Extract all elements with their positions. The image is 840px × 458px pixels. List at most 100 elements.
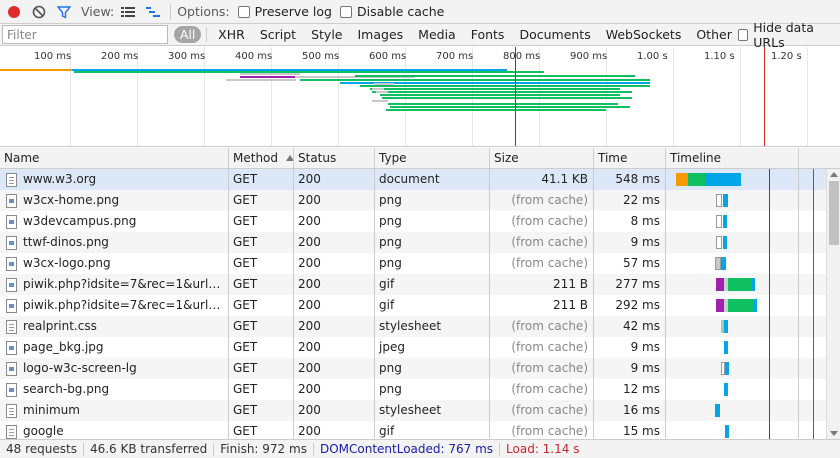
table-row[interactable]: minimum GET 200 stylesheet (from cache) 16 ms: [0, 400, 840, 421]
request-name[interactable]: logo-w3c-screen-lg: [23, 358, 137, 379]
overview-request-bar: [390, 106, 630, 108]
overview-gridline: [807, 47, 808, 146]
request-name[interactable]: google: [23, 421, 64, 439]
waterfall-bar: [723, 236, 727, 249]
name-cell: minimum: [0, 400, 229, 421]
type-cell: png: [375, 232, 490, 253]
time-cell: 9 ms: [594, 358, 666, 379]
request-name[interactable]: ttwf-dinos.png: [23, 232, 109, 253]
disable-cache-checkbox[interactable]: Disable cache: [340, 4, 444, 19]
filter-toggle-button[interactable]: [53, 1, 75, 23]
scrollbar-thumb[interactable]: [829, 181, 839, 245]
timeline-overview[interactable]: 100 ms 200 ms 300 ms 400 ms 500 ms 600 ms 700 …: [0, 47, 840, 147]
overview-request-bar: [74, 71, 544, 73]
overview-request-bar: [360, 85, 650, 87]
preserve-log-checkbox[interactable]: Preserve log: [237, 4, 332, 19]
filter-type-xhr[interactable]: XHR: [212, 26, 251, 43]
waterfall-bar: [724, 341, 728, 354]
request-name[interactable]: w3cx-logo.png: [23, 253, 111, 274]
filter-type-style[interactable]: Style: [305, 26, 348, 43]
column-header-method-label: Method: [233, 151, 279, 165]
disable-cache-label: Disable cache: [357, 4, 445, 19]
column-header-type[interactable]: Type: [375, 148, 490, 169]
type-cell: png: [375, 358, 490, 379]
request-name[interactable]: www.w3.org: [23, 169, 96, 190]
large-rows-button[interactable]: [117, 1, 139, 23]
method-cell: GET: [229, 421, 294, 439]
type-cell: gif: [375, 295, 490, 316]
request-name[interactable]: page_bkg.jpg: [23, 337, 104, 358]
type-cell: gif: [375, 274, 490, 295]
image-file-icon: [6, 277, 17, 292]
table-scrollbar[interactable]: [826, 169, 840, 439]
table-row[interactable]: piwik.php?idsite=7&rec=1&url=http%...GET…: [0, 274, 840, 295]
table-row[interactable]: search-bg.png GET 200 png (from cache) 12 ms: [0, 379, 840, 400]
size-cell: (from cache): [490, 190, 594, 211]
column-header-timeline[interactable]: Timeline: [666, 148, 799, 169]
table-row[interactable]: w3devcampus.png GET 200 png (from cache) 8 ms: [0, 211, 840, 232]
overview-request-bar: [0, 69, 72, 71]
table-row[interactable]: realprint.css GET 200 stylesheet (from cache…: [0, 316, 840, 337]
status-cell: 200: [294, 253, 375, 274]
document-file-icon: [6, 424, 17, 439]
filter-type-script[interactable]: Script: [254, 26, 302, 43]
request-name[interactable]: realprint.css: [23, 316, 97, 337]
table-row[interactable]: page_bkg.jpg GET 200 jpeg (from cache) 9 ms: [0, 337, 840, 358]
filter-type-media[interactable]: Media: [412, 26, 462, 43]
overview-request-bar: [226, 79, 296, 81]
timeline-cell: [666, 253, 799, 274]
filter-type-all[interactable]: All: [173, 26, 202, 43]
filter-type-images[interactable]: Images: [352, 26, 410, 43]
waterfall-bar: [724, 383, 728, 396]
request-name[interactable]: piwik.php?idsite=7&rec=1&url=http%...: [23, 274, 228, 295]
filter-icon: [57, 5, 71, 19]
scroll-down-icon[interactable]: [830, 431, 838, 436]
filter-type-fonts[interactable]: Fonts: [465, 26, 511, 43]
name-cell: realprint.css: [0, 316, 229, 337]
filter-type-other[interactable]: Other: [690, 26, 738, 43]
timeline-cell: [666, 169, 799, 190]
scroll-up-icon[interactable]: [830, 172, 838, 177]
table-row[interactable]: w3cx-home.png GET 200 png (from cache) 22 ms: [0, 190, 840, 211]
request-name[interactable]: piwik.php?idsite=7&rec=1&url=http%...: [23, 295, 228, 316]
size-cell: (from cache): [490, 316, 594, 337]
table-row[interactable]: logo-w3c-screen-lg GET 200 png (from cache) 9…: [0, 358, 840, 379]
timeline-cell: [666, 190, 799, 211]
status-cell: 200: [294, 232, 375, 253]
table-row[interactable]: ttwf-dinos.png GET 200 png (from cache) 9 ms: [0, 232, 840, 253]
filter-type-documents[interactable]: Documents: [513, 26, 596, 43]
clear-button[interactable]: [28, 1, 50, 23]
overview-gridline: [137, 47, 138, 146]
waterfall-bar: [688, 173, 706, 186]
column-header-status[interactable]: Status: [294, 148, 375, 169]
checkbox-box: [237, 5, 250, 18]
requests-table-header: Name Method Status Type Size Time Timeli…: [0, 148, 840, 169]
filter-input[interactable]: [2, 25, 168, 44]
time-cell: 22 ms: [594, 190, 666, 211]
table-row[interactable]: piwik.php?idsite=7&rec=1&url=http%...GET…: [0, 295, 840, 316]
table-row[interactable]: www.w3.org GET 200 document 41.1 KB 548 ms: [0, 169, 840, 190]
type-cell: document: [375, 169, 490, 190]
method-cell: GET: [229, 400, 294, 421]
size-cell: (from cache): [490, 400, 594, 421]
request-name[interactable]: w3devcampus.png: [23, 211, 136, 232]
column-header-time[interactable]: Time: [594, 148, 666, 169]
request-name[interactable]: w3cx-home.png: [23, 190, 119, 211]
timeline-cell: [666, 421, 799, 439]
status-cell: 200: [294, 400, 375, 421]
checkbox-box: [737, 28, 749, 41]
filter-type-websockets[interactable]: WebSockets: [600, 26, 688, 43]
column-header-method[interactable]: Method: [229, 148, 294, 169]
request-name[interactable]: minimum: [23, 400, 80, 421]
waterfall-bar: [728, 299, 754, 312]
column-header-size[interactable]: Size: [490, 148, 594, 169]
request-name[interactable]: search-bg.png: [23, 379, 109, 400]
hide-data-urls-checkbox[interactable]: Hide data URLs: [737, 20, 834, 50]
table-row[interactable]: w3cx-logo.png GET 200 png (from cache) 57 ms: [0, 253, 840, 274]
table-row[interactable]: google GET 200 gif (from cache) 15 ms: [0, 421, 840, 439]
record-button[interactable]: [3, 1, 25, 23]
column-header-name[interactable]: Name: [0, 148, 229, 169]
image-file-icon: [6, 298, 17, 313]
waterfall-view-button[interactable]: [142, 1, 164, 23]
status-cell: 200: [294, 337, 375, 358]
